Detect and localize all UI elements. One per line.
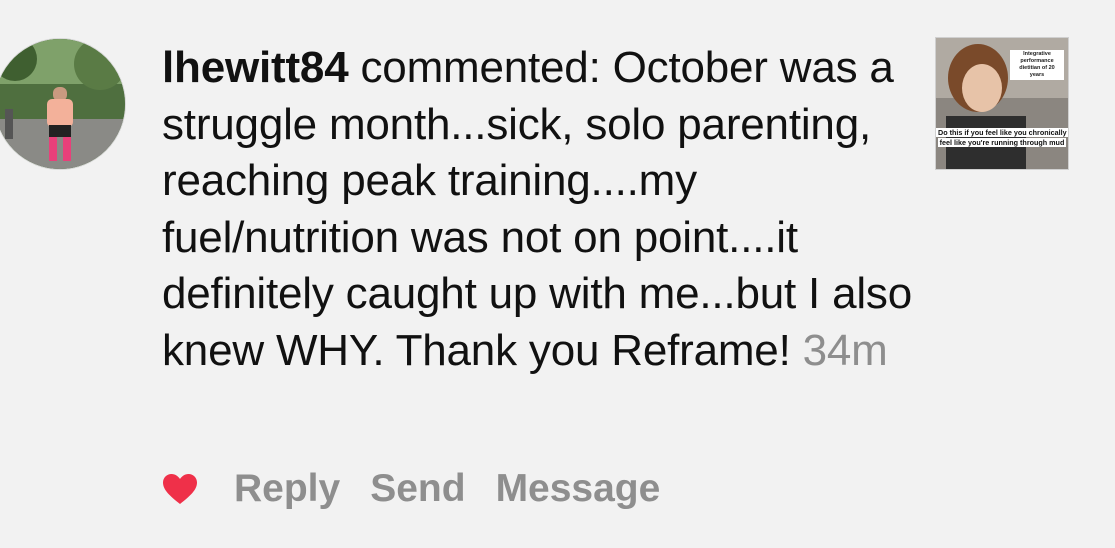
- comment-text: lhewitt84 commented: October was a strug…: [162, 40, 922, 379]
- avatar[interactable]: [0, 38, 126, 170]
- post-thumbnail[interactable]: Integrative performance dietitian of 20 …: [935, 37, 1069, 170]
- send-button[interactable]: Send: [370, 467, 465, 511]
- message-button[interactable]: Message: [496, 467, 661, 511]
- avatar-photo: [0, 39, 125, 169]
- thumbnail-top-text: Integrative performance dietitian of 20 …: [1010, 50, 1064, 80]
- comment-username[interactable]: lhewitt84: [162, 43, 349, 92]
- comment-timestamp: 34m: [802, 325, 888, 375]
- heart-icon[interactable]: [162, 473, 198, 505]
- thumbnail-caption: Do this if you feel like you chronically…: [936, 128, 1068, 147]
- reply-button[interactable]: Reply: [234, 467, 340, 511]
- comment-actions: Reply Send Message: [162, 466, 690, 512]
- thumbnail-caption-text: Do this if you feel like you chronically…: [936, 128, 1068, 147]
- comment-body: commented: October was a struggle month.…: [162, 43, 913, 375]
